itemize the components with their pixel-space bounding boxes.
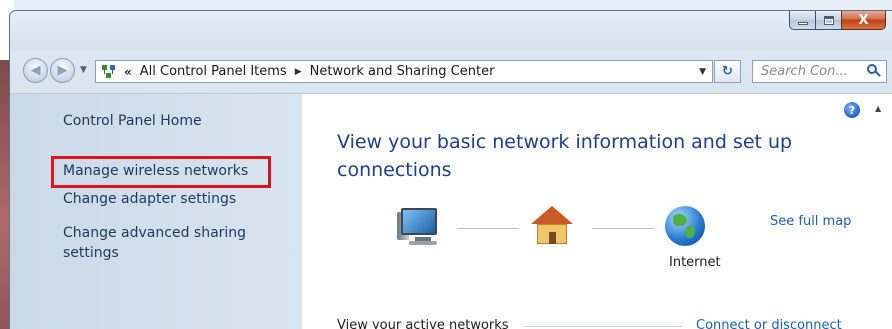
breadcrumb-all-control-panel-items[interactable]: All Control Panel Items — [140, 64, 287, 79]
back-button[interactable]: ◀ — [23, 58, 48, 83]
network-map: Internet — [397, 204, 747, 274]
sidebar-item-control-panel-home[interactable]: Control Panel Home — [63, 111, 202, 131]
forward-arrow-icon: ▶ — [57, 63, 68, 78]
breadcrumb-network-and-sharing-center[interactable]: Network and Sharing Center — [310, 64, 495, 79]
forward-button[interactable]: ▶ — [50, 58, 75, 83]
navigation-bar: ◀ ▶ ▼ « All Control Panel Items ▶ Networ… — [10, 51, 892, 89]
main-content: ? ▲ View your basic network information … — [302, 93, 892, 329]
home-network-icon[interactable] — [529, 204, 575, 248]
computer-icon[interactable] — [397, 206, 443, 248]
see-full-map-link[interactable]: See full map — [770, 214, 851, 229]
title-bar[interactable] — [10, 11, 892, 51]
search-icon[interactable] — [865, 63, 883, 81]
map-link-line — [592, 228, 654, 229]
desktop-wallpaper-strip — [0, 60, 9, 329]
maximize-icon — [823, 15, 834, 25]
address-bar[interactable]: « All Control Panel Items ▶ Network and … — [95, 60, 713, 83]
help-button[interactable]: ? — [844, 102, 860, 118]
back-arrow-icon: ◀ — [30, 63, 41, 78]
help-icon: ? — [848, 103, 856, 117]
breadcrumb-overflow-chevron[interactable]: « — [124, 65, 132, 79]
caption-buttons: X — [789, 11, 886, 30]
recent-pages-dropdown-icon[interactable]: ▼ — [80, 65, 87, 75]
active-networks-heading: View your active networks — [337, 318, 509, 329]
explorer-window: X ◀ ▶ ▼ « All Control Panel Items ▶ Netw… — [9, 10, 892, 329]
search-input[interactable]: Search Con... — [761, 64, 865, 79]
breadcrumb-separator-icon[interactable]: ▶ — [295, 67, 302, 77]
address-dropdown-icon[interactable]: ▼ — [699, 67, 706, 77]
refresh-button[interactable]: ↻ — [714, 60, 741, 83]
internet-label: Internet — [669, 255, 721, 270]
search-box[interactable]: Search Con... — [752, 60, 887, 83]
close-icon: X — [858, 12, 869, 28]
sidebar-item-change-adapter-settings[interactable]: Change adapter settings — [63, 189, 236, 209]
minimize-button[interactable] — [789, 11, 815, 30]
task-pane: Control Panel Home Manage wireless netwo… — [10, 93, 302, 329]
close-button[interactable]: X — [841, 11, 886, 30]
sidebar-item-manage-wireless-networks[interactable]: Manage wireless networks — [63, 161, 248, 181]
scroll-up-arrow-icon[interactable]: ▲ — [875, 104, 881, 113]
minimize-icon — [797, 21, 808, 25]
internet-globe-icon[interactable] — [665, 206, 705, 246]
page-title: View your basic network information and … — [337, 131, 793, 181]
map-link-line — [457, 228, 519, 229]
maximize-button[interactable] — [815, 11, 841, 30]
sidebar-item-change-advanced-sharing-settings[interactable]: Change advanced sharing settings — [63, 223, 283, 263]
connect-or-disconnect-link[interactable]: Connect or disconnect — [696, 318, 842, 329]
section-divider — [524, 326, 682, 327]
network-center-icon — [100, 64, 118, 80]
refresh-icon: ↻ — [722, 64, 733, 79]
